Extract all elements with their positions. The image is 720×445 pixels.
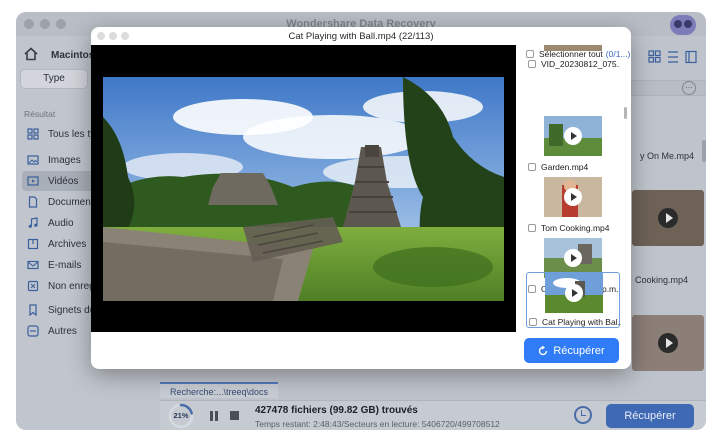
mail-icon	[27, 259, 39, 271]
more-options-icon[interactable]: ···	[682, 81, 696, 95]
view-mode-icons[interactable]	[648, 50, 698, 64]
background-video-thumbnail[interactable]	[632, 190, 704, 246]
stop-scan-button[interactable]	[230, 411, 239, 420]
grid-icon	[27, 128, 39, 140]
time-remaining-text: Temps restant: 2:48:43/Secteurs en lectu…	[255, 419, 500, 429]
thumbnail-item[interactable]: VID_20230812_075...	[526, 45, 620, 91]
thumbnail-label: Cat Playing with Bal...	[542, 317, 621, 327]
video-preview-dialog: Cat Playing with Ball.mp4 (22/113) Sélec…	[91, 27, 631, 369]
home-icon[interactable]	[24, 47, 38, 61]
recover-button[interactable]: Récupérer	[524, 338, 619, 363]
music-icon	[27, 217, 39, 229]
other-icon	[27, 325, 39, 337]
thumbnail-label-row: Cat Playing with Bal...	[529, 317, 621, 327]
image-icon	[27, 154, 39, 166]
thumbnail-item-selected[interactable]: Cat Playing with Bal...	[526, 272, 621, 328]
archive-icon	[27, 238, 39, 250]
files-found-count: 427478 fichiers (99.82 GB) trouvés	[255, 405, 418, 416]
app-logo-icon	[670, 15, 696, 35]
result-section-label: Résultat	[24, 109, 56, 119]
thumbnail-item[interactable]: Garden.mp4	[526, 88, 620, 172]
thumbnail-item[interactable]: Tom Cooking.mp4	[526, 149, 620, 233]
thumbnail-label-row: VID_20230812_075...	[528, 59, 620, 69]
sidebar-item-label: E-mails	[48, 259, 82, 271]
thumbnail-label: VID_20230812_075...	[541, 59, 620, 69]
sidebar-item-label: Audio	[48, 217, 74, 229]
scan-progress-text: 21%	[173, 411, 189, 420]
play-icon	[658, 208, 678, 228]
sidebar-item-label: Autres	[48, 325, 77, 337]
search-path-tab[interactable]: Recherche:...\treeq\docs	[160, 382, 279, 398]
play-icon	[565, 284, 583, 302]
play-icon	[564, 127, 582, 145]
video-icon	[27, 175, 39, 187]
scan-status-bar: 21% 427478 fichiers (99.82 GB) trouvés T…	[160, 400, 706, 430]
unsaved-icon	[27, 280, 39, 292]
results-scrollbar[interactable]	[702, 140, 706, 162]
recover-button-label: Récupérer	[553, 344, 605, 357]
background-video-thumbnail[interactable]	[632, 315, 704, 371]
bookmark-icon	[27, 304, 39, 316]
play-icon	[564, 249, 582, 267]
play-icon	[658, 333, 678, 353]
video-thumbnail	[545, 273, 603, 313]
video-thumbnail	[544, 45, 602, 51]
type-view-button[interactable]: Type	[20, 69, 88, 89]
sidebar-item-label: Archives	[48, 238, 87, 250]
thumbnail-checkbox[interactable]	[528, 60, 536, 68]
sidebar-item-label: Images	[48, 154, 81, 166]
background-file-label: y On Me.mp4	[640, 151, 695, 161]
sidebar-item-label: Vidéos	[48, 175, 79, 187]
thumbnail-scrollbar[interactable]	[624, 107, 627, 119]
play-icon	[564, 188, 582, 206]
document-icon	[27, 196, 39, 208]
thumbnail-list[interactable]: Sélectionner tout (0/1...) VID_20230812_…	[524, 45, 631, 328]
refresh-icon	[539, 345, 548, 355]
pause-scan-button[interactable]	[210, 411, 218, 421]
history-icon[interactable]	[574, 406, 592, 424]
thumbnail-item[interactable]: Onboarding Loop.m...	[526, 210, 620, 294]
video-frame-image	[103, 77, 504, 301]
video-player[interactable]	[91, 45, 516, 332]
main-recover-button[interactable]: Récupérer	[606, 404, 694, 428]
thumbnail-checkbox[interactable]	[529, 318, 537, 326]
dialog-titlebar: Cat Playing with Ball.mp4 (22/113)	[91, 27, 631, 45]
dialog-title: Cat Playing with Ball.mp4 (22/113)	[288, 31, 434, 42]
background-file-label: Cooking.mp4	[635, 275, 689, 285]
